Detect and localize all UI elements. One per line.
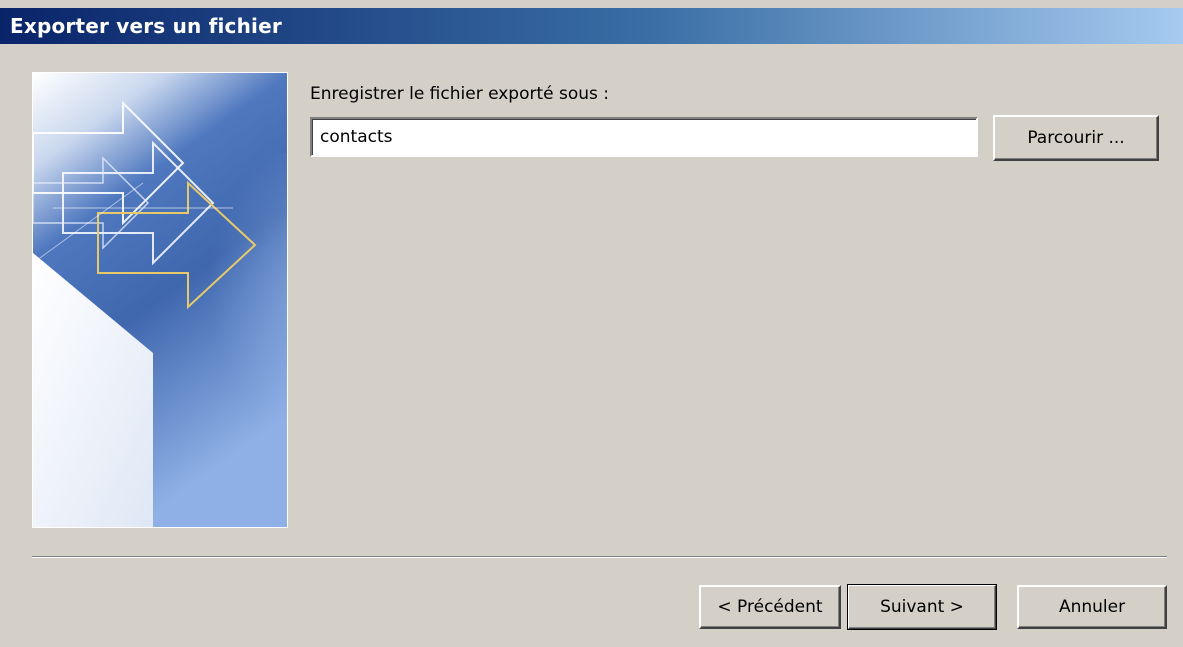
previous-button[interactable]: < Précédent xyxy=(699,585,841,629)
footer-separator xyxy=(32,556,1167,558)
cancel-button[interactable]: Annuler xyxy=(1017,585,1167,629)
save-as-label: Enregistrer le fichier exporté sous : xyxy=(310,84,610,104)
browse-button[interactable]: Parcourir ... xyxy=(993,115,1159,161)
filename-input[interactable] xyxy=(310,117,978,157)
export-dialog: Exporter vers un fichier Enregistrer le … xyxy=(0,0,1183,647)
export-arrows-icon xyxy=(33,73,287,527)
dialog-title: Exporter vers un fichier xyxy=(10,14,282,38)
next-button[interactable]: Suivant > xyxy=(847,584,997,630)
title-bar[interactable]: Exporter vers un fichier xyxy=(0,8,1183,44)
export-wizard-illustration xyxy=(32,72,288,528)
